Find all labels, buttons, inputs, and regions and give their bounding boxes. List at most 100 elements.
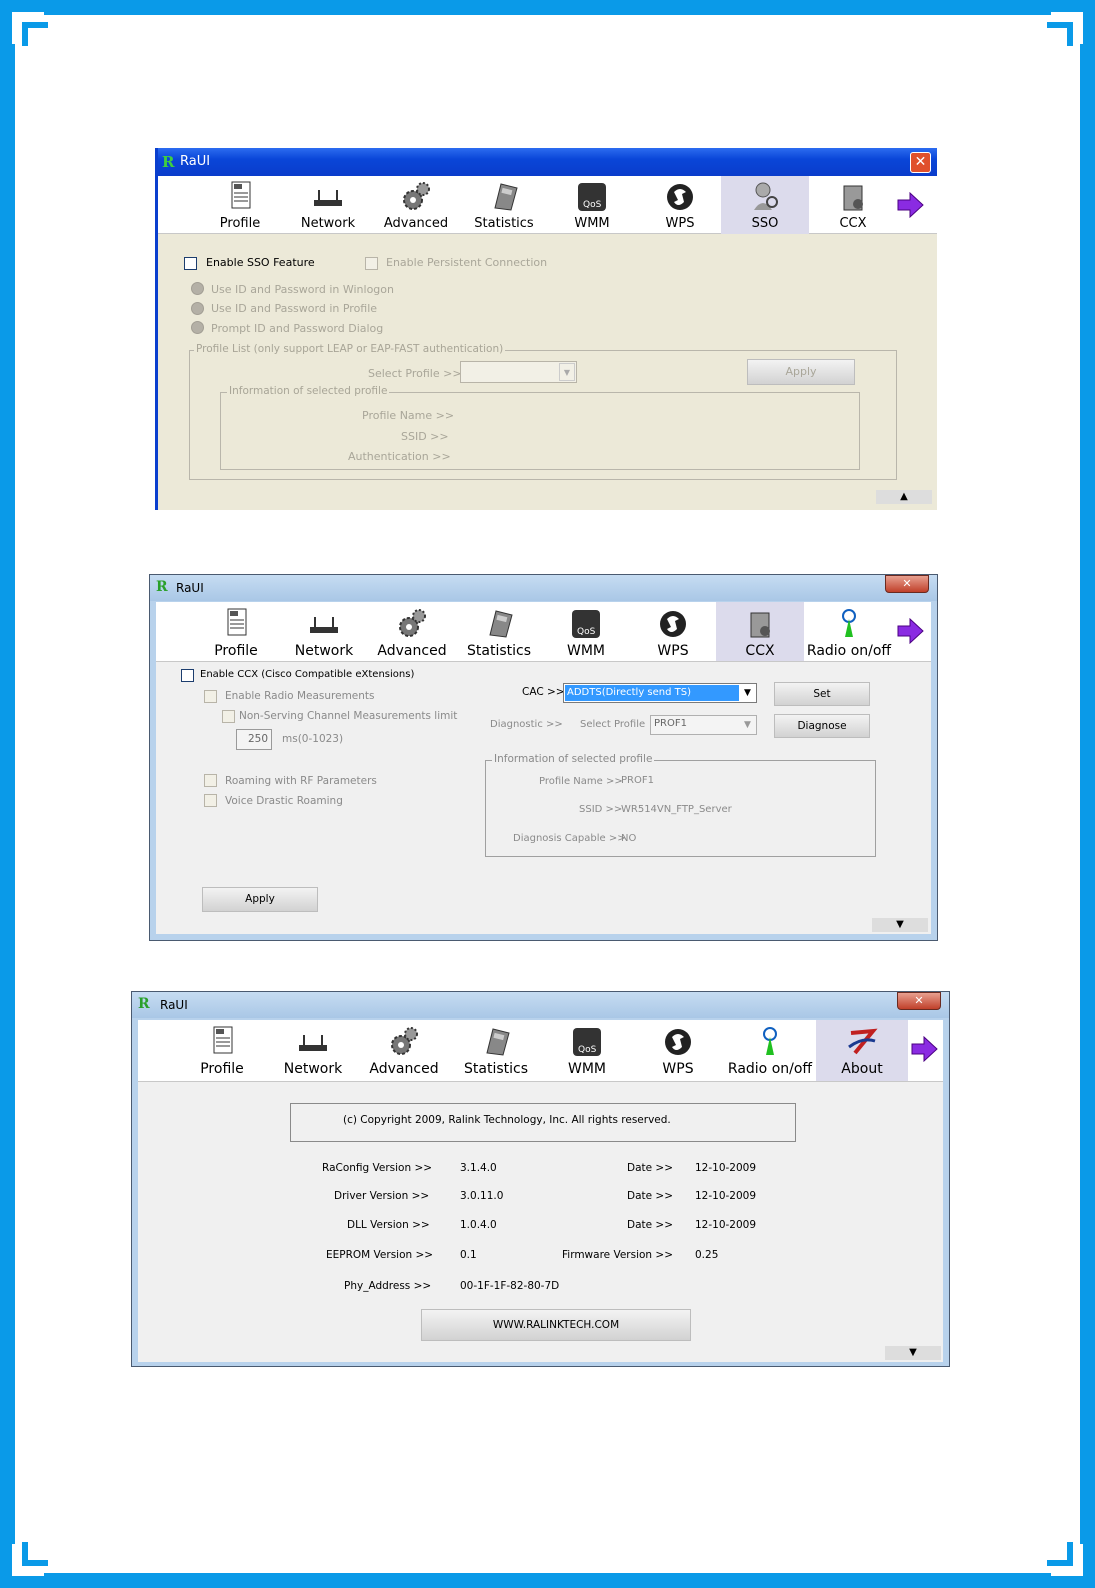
copyright-box: (c) Copyright 2009, Ralink Technology, I… (290, 1103, 796, 1142)
tab-wmm[interactable]: QoS WMM (543, 1025, 631, 1077)
tab-wps[interactable]: WPS (629, 607, 717, 659)
firmware-label: Firmware Version >> (562, 1249, 674, 1261)
cac-dropdown[interactable]: ADDTS(Directly send TS) ▼ (563, 683, 757, 703)
apply-button[interactable]: Apply (202, 887, 318, 912)
voice-roaming-checkbox[interactable] (204, 794, 217, 807)
limit-input[interactable]: 250 (236, 729, 272, 750)
chevron-down-icon: ▼ (744, 720, 751, 730)
profile-icon (223, 180, 257, 214)
window-title: RaUI (180, 154, 211, 169)
select-profile-label: Select Profile (580, 719, 646, 730)
driver-date: 12-10-2009 (695, 1190, 757, 1202)
tab-radio-on-off[interactable]: Radio on/off (724, 1025, 816, 1077)
enable-ccx-label: Enable CCX (Cisco Compatible eXtensions) (200, 669, 415, 680)
enable-ccx-checkbox[interactable] (181, 669, 194, 682)
tab-about[interactable]: About (816, 1020, 908, 1081)
select-profile-label: Select Profile >> (368, 367, 462, 380)
tab-wmm[interactable]: QoS WMM (548, 180, 636, 231)
tab-sso[interactable]: SSO (721, 176, 809, 234)
sso-key-icon (748, 180, 782, 214)
tab-radio-on-off[interactable]: Radio on/off (804, 607, 894, 659)
tab-advanced[interactable]: Advanced (360, 1025, 448, 1077)
roaming-rf-checkbox[interactable] (204, 774, 217, 787)
diag-cap-label: Diagnosis Capable >> (513, 833, 626, 844)
diagnose-button[interactable]: Diagnose (774, 714, 870, 738)
raconfig-value: 3.1.4.0 (460, 1162, 497, 1174)
next-arrow-icon[interactable] (896, 617, 924, 645)
tab-profile[interactable]: Profile (192, 607, 280, 659)
enable-persistent-checkbox[interactable] (365, 257, 378, 270)
radio-winlogon[interactable] (191, 282, 204, 295)
profile-icon (205, 1025, 239, 1059)
set-button[interactable]: Set (774, 682, 870, 706)
radio-antenna-icon (832, 607, 866, 641)
svg-text:QoS: QoS (583, 200, 602, 210)
date-label: Date >> (627, 1190, 674, 1202)
statistics-icon (482, 607, 516, 641)
radio-prompt[interactable] (191, 321, 204, 334)
ssid-label: SSID >> (401, 430, 449, 443)
tab-network[interactable]: Network (269, 1025, 357, 1077)
close-button[interactable]: ✕ (885, 575, 929, 593)
non-serving-label: Non-Serving Channel Measurements limit (239, 710, 458, 722)
ccx-icon (743, 607, 777, 641)
radio-profile-label: Use ID and Password in Profile (211, 302, 378, 315)
title-bar: R RaUI ✕ (158, 148, 937, 176)
ccx-icon (836, 180, 870, 214)
tab-statistics[interactable]: Statistics (460, 180, 548, 231)
next-arrow-icon[interactable] (896, 191, 924, 219)
tab-network[interactable]: Network (284, 180, 372, 231)
dll-value: 1.0.4.0 (460, 1219, 497, 1231)
statistics-icon (487, 180, 521, 214)
advanced-icon (395, 607, 429, 641)
select-profile-dropdown[interactable]: ▼ (460, 361, 577, 383)
tab-wps[interactable]: WPS (634, 1025, 722, 1077)
website-button[interactable]: WWW.RALINKTECH.COM (421, 1309, 691, 1341)
wmm-qos-icon: QoS (575, 180, 609, 214)
collapse-down-button[interactable]: ▼ (885, 1346, 941, 1360)
cac-label: CAC >> (522, 686, 565, 698)
diagnostic-label: Diagnostic >> (490, 719, 563, 730)
tab-ccx[interactable]: CCX (809, 180, 897, 231)
next-arrow-icon[interactable] (910, 1035, 938, 1063)
chevron-down-icon: ▼ (559, 363, 575, 381)
tab-advanced[interactable]: Advanced (368, 607, 456, 659)
raconfig-label: RaConfig Version >> (322, 1162, 433, 1174)
close-button[interactable]: ✕ (897, 992, 941, 1010)
tab-profile[interactable]: Profile (196, 180, 284, 231)
non-serving-checkbox[interactable] (222, 710, 235, 723)
collapse-down-button[interactable]: ▼ (872, 918, 928, 932)
radio-profile[interactable] (191, 302, 204, 315)
profile-name-value: PROF1 (621, 775, 654, 786)
tab-network[interactable]: Network (280, 607, 368, 659)
apply-button[interactable]: Apply (747, 359, 855, 385)
tab-statistics[interactable]: Statistics (455, 607, 543, 659)
page-border-inner-top (44, 12, 1051, 15)
tab-advanced[interactable]: Advanced (372, 180, 460, 231)
tab-statistics[interactable]: Statistics (452, 1025, 540, 1077)
voice-roaming-label: Voice Drastic Roaming (225, 795, 343, 807)
about-content: (c) Copyright 2009, Ralink Technology, I… (138, 1082, 943, 1362)
tab-wps[interactable]: WPS (636, 180, 724, 231)
wmm-qos-icon: QoS (569, 607, 603, 641)
tab-ccx[interactable]: CCX (716, 602, 804, 661)
tab-wmm[interactable]: QoS WMM (542, 607, 630, 659)
tab-profile[interactable]: Profile (178, 1025, 266, 1077)
page-border-inner-left (12, 44, 15, 1544)
collapse-up-button[interactable]: ▲ (876, 490, 932, 504)
profile-list-legend: Profile List (only support LEAP or EAP-F… (194, 343, 506, 355)
close-button[interactable]: ✕ (910, 152, 931, 173)
copyright-text: (c) Copyright 2009, Ralink Technology, I… (343, 1114, 671, 1126)
enable-radio-meas-checkbox[interactable] (204, 690, 217, 703)
info-group: Information of selected profile Profile … (485, 753, 876, 857)
enable-sso-checkbox[interactable] (184, 257, 197, 270)
profile-name-label: Profile Name >> (539, 776, 623, 787)
title-bar: R RaUI ✕ (132, 992, 949, 1018)
ssid-value: WR514VN_FTP_Server (621, 804, 732, 815)
advanced-icon (387, 1025, 421, 1059)
dll-label: DLL Version >> (347, 1219, 430, 1231)
raui-window-ccx: R RaUI ✕ Profile Network Advanced Statis… (149, 574, 938, 941)
date-label: Date >> (627, 1219, 674, 1231)
select-profile-dropdown[interactable]: PROF1 ▼ (650, 715, 757, 735)
enable-sso-label: Enable SSO Feature (206, 256, 315, 269)
